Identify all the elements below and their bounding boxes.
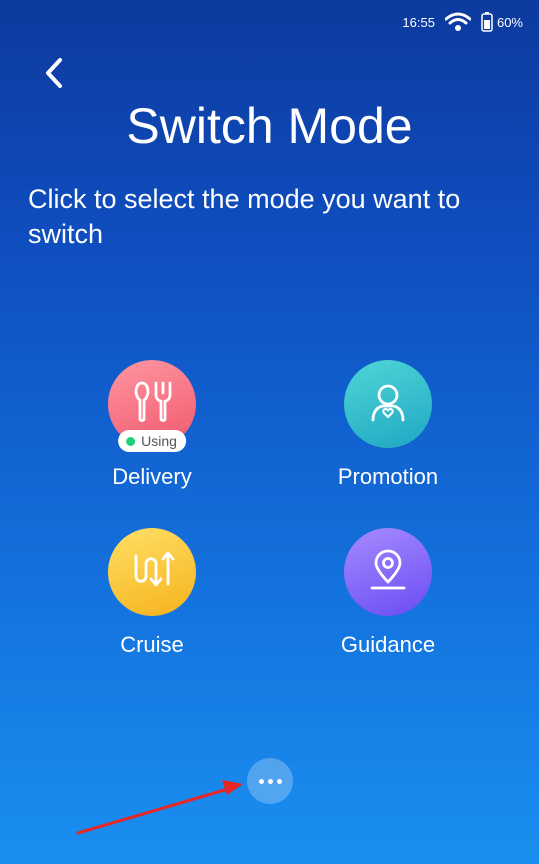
page-title: Switch Mode — [126, 98, 413, 154]
status-dot — [126, 436, 136, 446]
chevron-left-icon — [43, 57, 65, 94]
more-dot — [267, 778, 273, 784]
cruise-circle — [108, 528, 196, 616]
person-heart-icon — [364, 378, 412, 431]
status-time: 16:55 — [402, 14, 435, 30]
mode-label: Guidance — [340, 632, 436, 657]
using-badge-label: Using — [141, 433, 177, 449]
mode-label: Cruise — [120, 632, 184, 657]
mode-delivery-button[interactable]: Using Delivery — [72, 360, 232, 490]
page-subtitle: Click to select the mode you want to swi… — [28, 184, 461, 249]
guidance-circle — [344, 528, 432, 616]
mode-label: Delivery — [112, 464, 192, 489]
route-loop-icon — [128, 546, 176, 599]
fork-spoon-icon — [128, 378, 176, 431]
battery-status: 60% — [481, 12, 523, 32]
more-dots-icon — [258, 778, 264, 784]
more-dot — [276, 778, 282, 784]
mode-label: Promotion — [337, 464, 439, 489]
mode-promotion-button[interactable]: Promotion — [308, 360, 468, 490]
battery-percent: 60% — [496, 14, 523, 30]
location-pin-icon — [364, 546, 412, 599]
wifi-icon — [444, 12, 471, 32]
mode-guidance-button[interactable]: Guidance — [308, 528, 468, 658]
battery-icon — [481, 12, 493, 32]
status-bar: 16:55 60% — [402, 12, 523, 32]
using-badge: Using — [118, 430, 186, 452]
promotion-circle — [344, 360, 432, 448]
more-button[interactable] — [247, 758, 293, 804]
delivery-circle: Using — [108, 360, 196, 452]
back-button[interactable] — [36, 55, 72, 95]
mode-cruise-button[interactable]: Cruise — [72, 528, 232, 658]
